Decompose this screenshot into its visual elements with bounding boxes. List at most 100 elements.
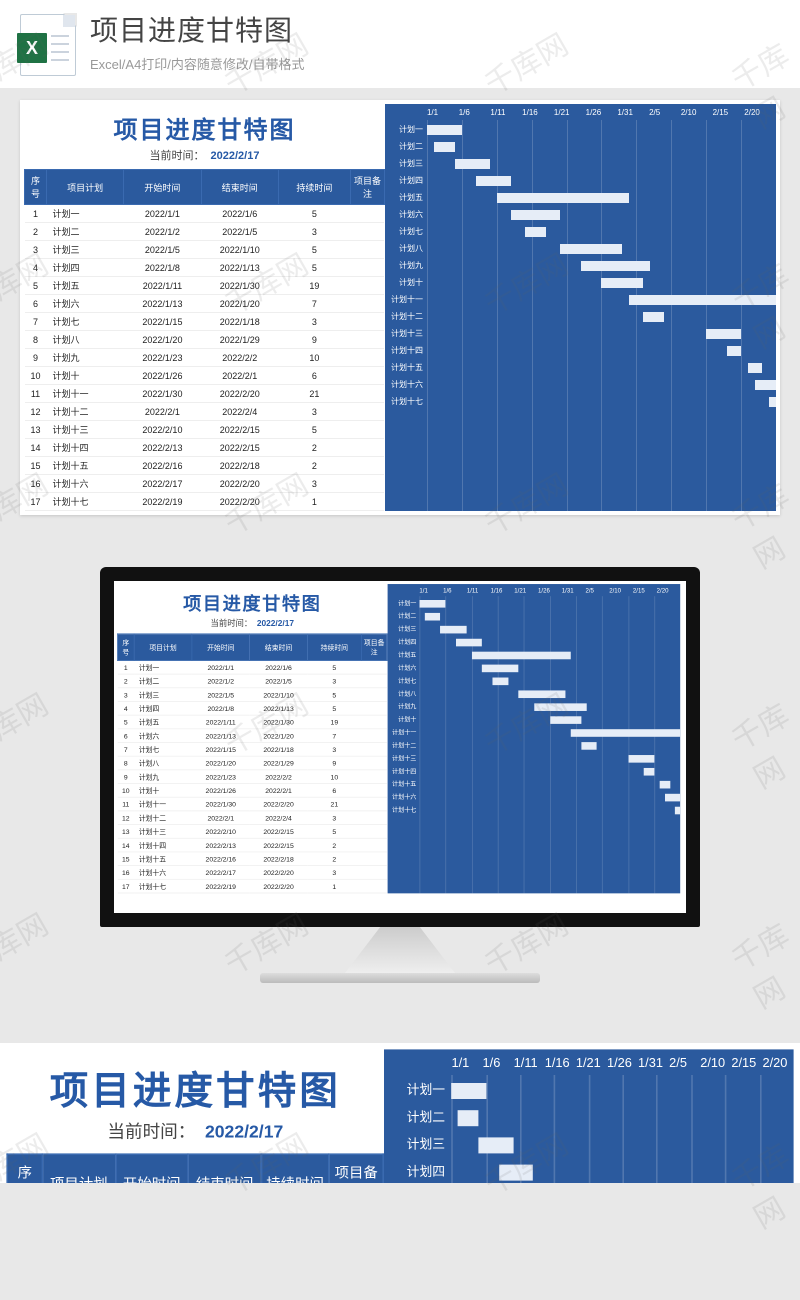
- gantt-row: 计划六: [385, 206, 776, 223]
- gantt-bar: [629, 295, 776, 305]
- gantt-tick: 1/21: [514, 587, 538, 594]
- table-row: 2计划二2022/1/22022/1/53: [117, 674, 387, 688]
- closeup-preview: 项目进度甘特图当前时间：2022/2/17序号项目计划开始时间结束时间持续时间项…: [0, 1043, 800, 1183]
- gantt-row: 计划十三: [385, 325, 776, 342]
- gantt-tick: 1/21: [554, 108, 586, 117]
- gantt-row-label: 计划四: [387, 638, 419, 646]
- gantt-tick: 1/26: [586, 108, 618, 117]
- gantt-bar: [492, 677, 508, 685]
- gantt-row: 计划十五: [385, 359, 776, 376]
- gantt-bar: [482, 664, 519, 672]
- table-row: 5计划五2022/1/112022/1/3019: [117, 715, 387, 729]
- table-row: 6计划六2022/1/132022/1/207: [25, 295, 385, 313]
- gantt-bar: [455, 159, 490, 169]
- current-time-value: 2022/2/17: [211, 150, 260, 162]
- gantt-bar: [644, 768, 654, 776]
- gantt-row: 计划十四: [385, 342, 776, 359]
- gantt-row: 计划二: [385, 138, 776, 155]
- table-row: 1计划一2022/1/12022/1/65: [25, 205, 385, 223]
- template-preview: 项目进度甘特图当前时间：2022/2/17序号项目计划开始时间结束时间持续时间项…: [20, 100, 780, 515]
- gantt-tick: 1/11: [467, 587, 491, 594]
- gantt-row-label: 计划十一: [385, 294, 427, 305]
- table-header: 持续时间: [261, 1154, 329, 1183]
- gantt-row: 计划六: [387, 662, 680, 675]
- table-row: 3计划三2022/1/52022/1/105: [117, 688, 387, 702]
- table-row: 10计划十2022/1/262022/2/16: [25, 367, 385, 385]
- gantt-row-label: 计划一: [387, 599, 419, 607]
- table-row: 9计划九2022/1/232022/2/210: [117, 770, 387, 784]
- table-row: 15计划十五2022/2/162022/2/182: [25, 457, 385, 475]
- gantt-chart: 1/11/61/111/161/211/261/312/52/102/152/2…: [384, 1049, 793, 1183]
- gantt-row-label: 计划十七: [387, 806, 419, 814]
- excel-badge-letter: X: [17, 33, 47, 63]
- gantt-row: 计划三: [387, 623, 680, 636]
- excel-icon: X: [20, 14, 76, 76]
- table-header: 持续时间: [278, 170, 350, 205]
- table-header: 项目计划: [47, 170, 124, 205]
- gantt-row: 计划一: [387, 597, 680, 610]
- gantt-row-label: 计划九: [385, 260, 427, 271]
- gantt-row-label: 计划二: [385, 141, 427, 152]
- gantt-row-label: 计划十六: [387, 793, 419, 801]
- gantt-row: 计划四: [385, 172, 776, 189]
- gantt-bar: [434, 142, 455, 152]
- gantt-row: 计划三: [384, 1131, 793, 1158]
- gantt-bar: [706, 329, 741, 339]
- gantt-bar: [601, 278, 643, 288]
- table-row: 4计划四2022/1/82022/1/135: [25, 259, 385, 277]
- table-row: 17计划十七2022/2/192022/2/201: [25, 493, 385, 511]
- table-row: 13计划十三2022/2/102022/2/155: [117, 825, 387, 839]
- table-row: 2计划二2022/1/22022/1/53: [25, 223, 385, 241]
- gantt-bar: [419, 600, 445, 608]
- gantt-row-label: 计划十五: [385, 362, 427, 373]
- current-time-value: 2022/2/17: [205, 1123, 283, 1142]
- gantt-tick: 1/26: [607, 1056, 638, 1070]
- gantt-row-label: 计划十六: [385, 379, 427, 390]
- gantt-tick: 1/31: [638, 1056, 669, 1070]
- table-row: 11计划十一2022/1/302022/2/2021: [117, 797, 387, 811]
- schedule-table: 序号项目计划开始时间结束时间持续时间项目备注1计划一2022/1/12022/1…: [24, 169, 385, 511]
- gantt-row-label: 计划八: [385, 243, 427, 254]
- gantt-row: 计划五: [385, 189, 776, 206]
- gantt-bar: [479, 1137, 513, 1153]
- gantt-row-label: 计划十四: [385, 345, 427, 356]
- gantt-bar: [581, 261, 651, 271]
- gantt-row-label: 计划一: [385, 124, 427, 135]
- table-row: 16计划十六2022/2/172022/2/203: [117, 866, 387, 880]
- table-header: 项目计划: [134, 634, 192, 661]
- table-row: 4计划四2022/1/82022/1/135: [117, 701, 387, 715]
- gantt-row: 计划七: [385, 223, 776, 240]
- gantt-row: 计划十一: [385, 291, 776, 308]
- gantt-tick: 1/6: [459, 108, 491, 117]
- gantt-row-label: 计划十一: [387, 728, 419, 736]
- gantt-row-label: 计划十: [387, 716, 419, 724]
- gantt-row: 计划七: [387, 674, 680, 687]
- gantt-row-label: 计划六: [385, 209, 427, 220]
- gantt-row: 计划十六: [387, 791, 680, 804]
- table-row: 1计划一2022/1/12022/1/65: [117, 660, 387, 674]
- gantt-tick: 2/15: [633, 587, 657, 594]
- gantt-row: 计划一: [384, 1077, 793, 1104]
- table-row: 12计划十二2022/2/12022/2/43: [117, 811, 387, 825]
- gantt-bar: [519, 690, 566, 698]
- gantt-bar: [581, 742, 597, 750]
- gantt-tick: 1/21: [576, 1056, 607, 1070]
- table-row: 16计划十六2022/2/172022/2/203: [25, 475, 385, 493]
- gantt-row: 计划二: [384, 1104, 793, 1131]
- gantt-row-label: 计划四: [384, 1163, 451, 1181]
- gantt-tick: 1/6: [443, 587, 467, 594]
- gantt-row-label: 计划三: [385, 158, 427, 169]
- table-header: 序号: [7, 1154, 42, 1183]
- gantt-tick: 1/26: [538, 587, 562, 594]
- gantt-bar: [427, 125, 462, 135]
- gantt-bar: [571, 729, 681, 737]
- gantt-tick: 1/1: [419, 587, 443, 594]
- gantt-bar: [560, 244, 623, 254]
- gantt-row: 计划十一: [387, 726, 680, 739]
- gantt-bar: [660, 781, 670, 789]
- gantt-row: 计划十: [385, 274, 776, 291]
- gantt-bar: [497, 193, 630, 203]
- gantt-row: 计划二: [387, 610, 680, 623]
- page-header: X 项目进度甘特图 Excel/A4打印/内容随意修改/自带格式: [0, 0, 800, 88]
- gantt-row: 计划五: [387, 649, 680, 662]
